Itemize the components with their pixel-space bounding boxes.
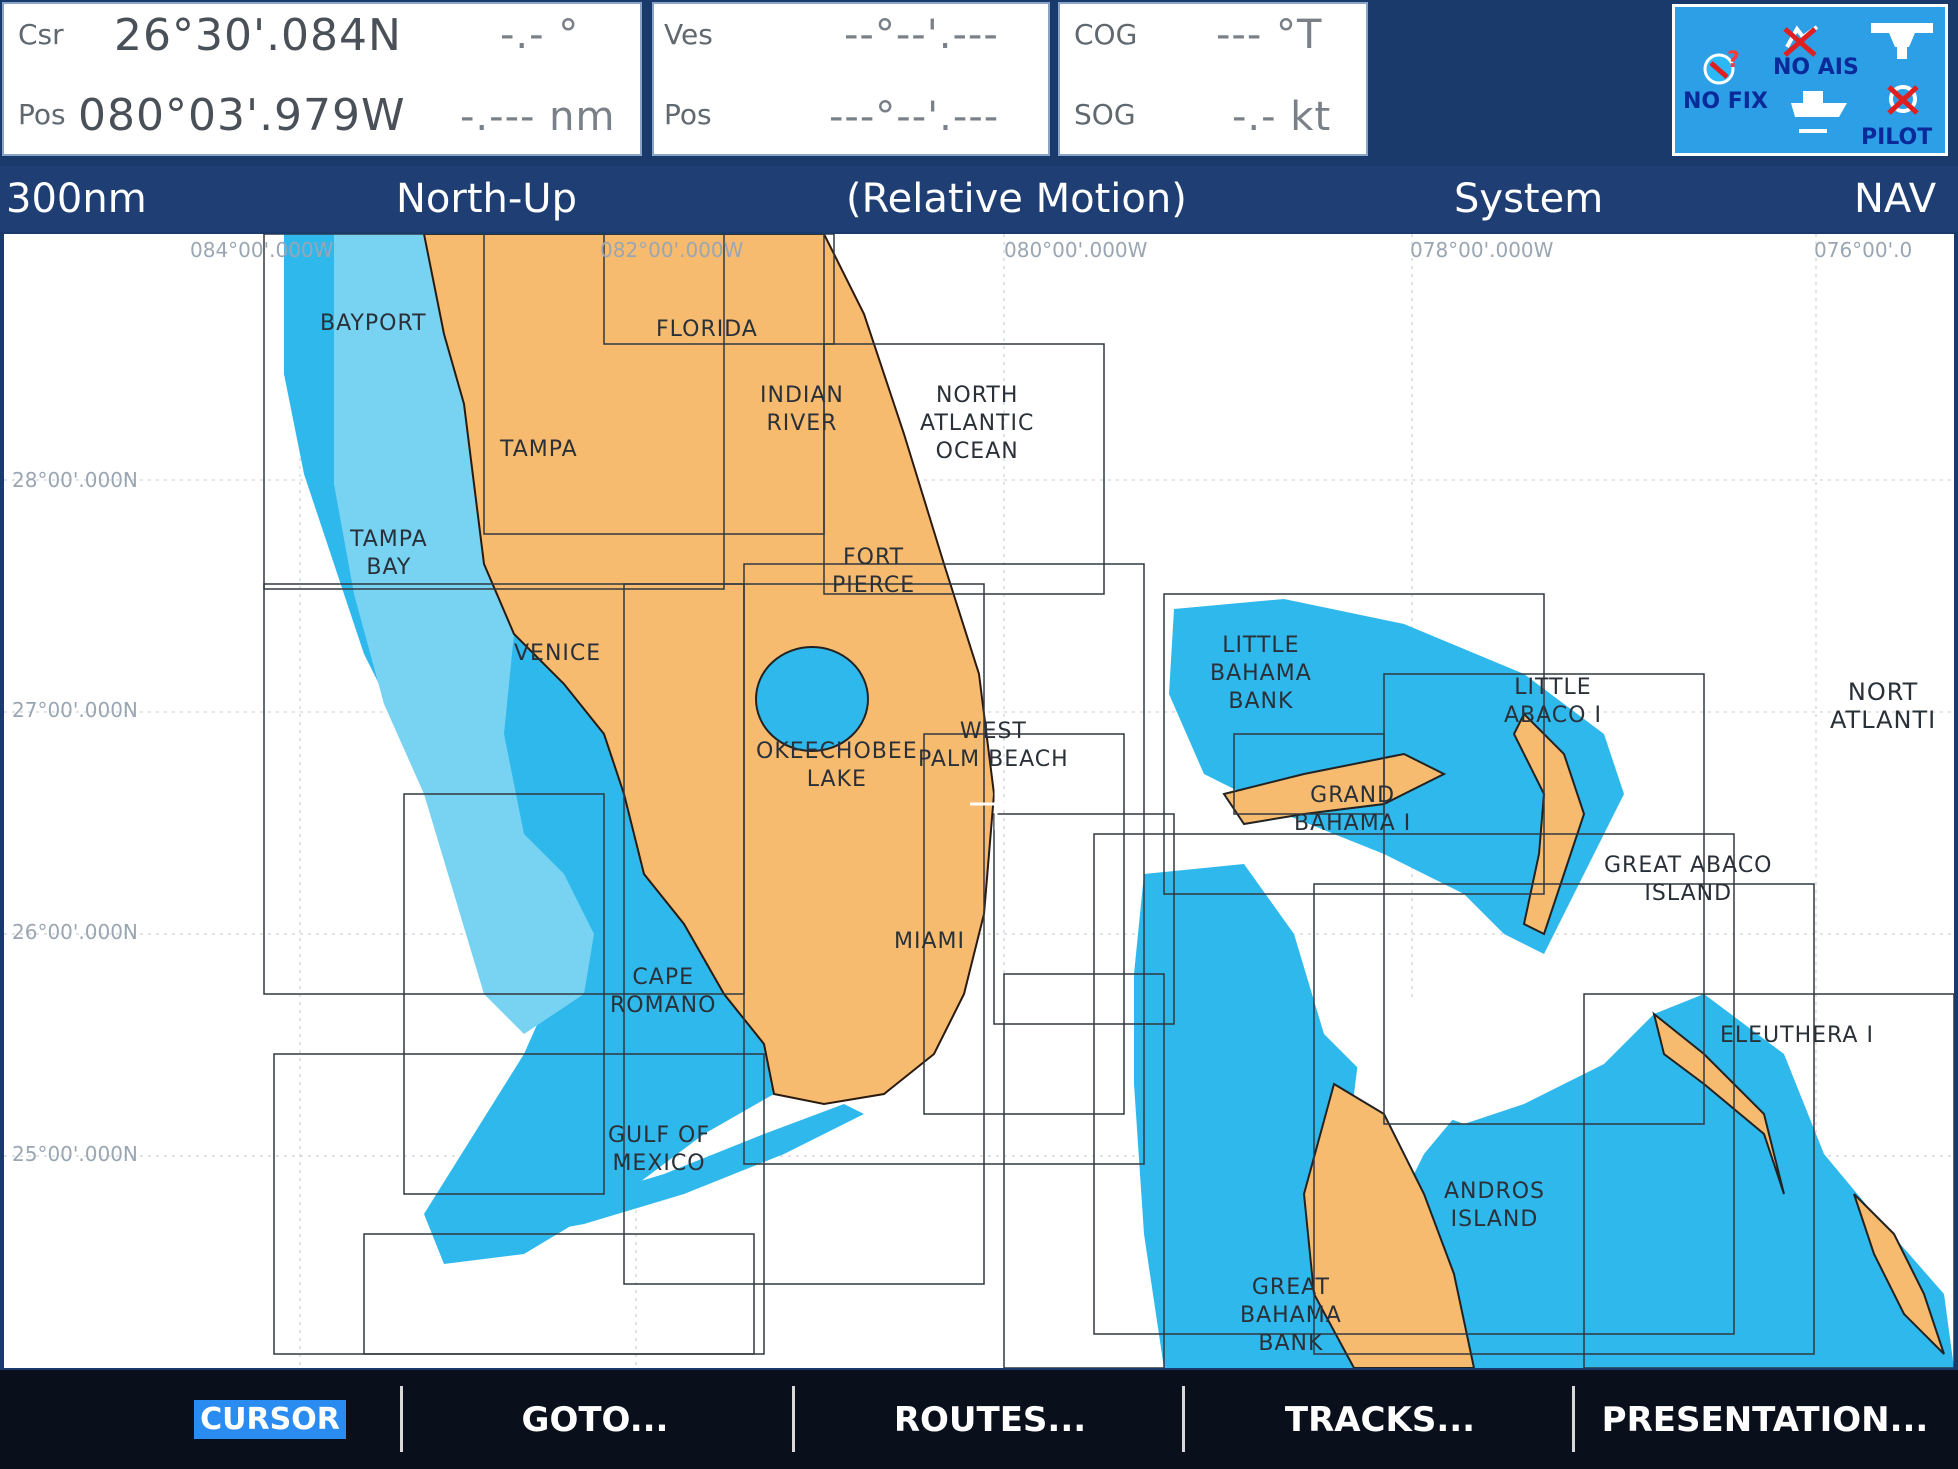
cog-value: --- °T xyxy=(1216,12,1323,58)
page-mode[interactable]: NAV xyxy=(1854,176,1936,222)
place-okeechobee: OKEECHOBEE LAKE xyxy=(756,739,918,792)
softkey-separator xyxy=(400,1386,403,1452)
ves-label: Ves xyxy=(664,18,713,51)
status-icons-panel[interactable]: ? NO AIS NO FIX PILOT xyxy=(1672,4,1948,156)
place-andros: ANDROS ISLAND xyxy=(1444,1179,1546,1232)
place-great-bahama-bank: GREAT BAHAMA BANK xyxy=(1240,1275,1342,1356)
no-fix-label: NO FIX xyxy=(1683,89,1768,114)
lon-label-080: 080°00'.000W xyxy=(1004,238,1148,262)
course-speed-panel: COG --- °T SOG -.- kt xyxy=(1058,2,1368,156)
cursor-button-label: CURSOR xyxy=(194,1400,346,1439)
lat-label-28: 28°00'.000N xyxy=(12,468,138,492)
place-little-abaco: LITTLE ABACO I xyxy=(1504,675,1602,728)
softkey-separator xyxy=(792,1386,795,1452)
softkey-separator xyxy=(1572,1386,1575,1452)
lat-label-26: 26°00'.000N xyxy=(12,920,138,944)
softkey-separator xyxy=(1182,1386,1185,1452)
no-ais-label: NO AIS xyxy=(1773,55,1859,80)
place-gulf-mexico: GULF OF MEXICO xyxy=(608,1123,711,1176)
system-mode[interactable]: System xyxy=(1454,176,1603,222)
orientation-mode[interactable]: North-Up xyxy=(396,176,577,222)
pos-label: Pos xyxy=(18,98,66,131)
autopilot-icon xyxy=(1887,85,1919,115)
vessel-position-panel: Ves --°--'.--- Pos ---°--'.--- xyxy=(652,2,1050,156)
lat-label-27: 27°00'.000N xyxy=(12,698,138,722)
cursor-range: -.--- nm xyxy=(460,94,616,140)
lon-label-082: 082°00'.000W xyxy=(600,238,744,262)
lon-label-078: 078°00'.000W xyxy=(1410,238,1554,262)
boat-icon xyxy=(1791,91,1847,133)
place-florida: FLORIDA xyxy=(656,317,758,342)
cog-label: COG xyxy=(1074,18,1138,51)
place-north-atlantic: NORTH ATLANTIC OCEAN xyxy=(920,383,1035,464)
vessel-pos-label: Pos xyxy=(664,98,712,131)
place-north-atlantic-2: NORT ATLANTI xyxy=(1830,678,1937,734)
place-miami: MIAMI xyxy=(894,929,965,954)
antenna-icon xyxy=(1871,23,1933,59)
nautical-chart[interactable]: 084°00'.000W 082°00'.000W 080°00'.000W 0… xyxy=(4,234,1954,1368)
cursor-position-panel: Csr 26°30'.084N -.- ° Pos 080°03'.979W -… xyxy=(2,2,642,156)
vessel-longitude: ---°--'.--- xyxy=(829,94,1000,140)
cursor-longitude: 080°03'.979W xyxy=(78,90,406,141)
cursor-latitude: 26°30'.084N xyxy=(114,10,402,61)
place-eleuthera: ELEUTHERA I xyxy=(1720,1023,1874,1048)
csr-label: Csr xyxy=(18,18,64,51)
place-west-palm: WEST PALM BEACH xyxy=(918,719,1069,772)
place-tampa: TAMPA xyxy=(500,437,578,462)
ais-icon xyxy=(1783,25,1819,57)
sog-value: -.- kt xyxy=(1232,94,1332,140)
place-great-abaco: GREAT ABACO ISLAND xyxy=(1604,853,1773,906)
place-cape-romano: CAPE ROMANO xyxy=(610,965,717,1018)
place-venice: VENICE xyxy=(514,641,602,666)
lon-label-076: 076°00'.0 xyxy=(1814,238,1913,262)
place-tampa-bay: TAMPA BAY xyxy=(350,527,428,580)
vessel-latitude: --°--'.--- xyxy=(844,12,999,58)
softkey-tracks[interactable]: TRACKS... xyxy=(1190,1370,1570,1469)
cursor-bearing: -.- ° xyxy=(500,12,580,58)
chart-status-bar: 300nm North-Up (Relative Motion) System … xyxy=(0,166,1958,232)
place-little-bahama: LITTLE BAHAMA BANK xyxy=(1210,633,1312,714)
sog-label: SOG xyxy=(1074,98,1136,131)
pilot-label: PILOT xyxy=(1861,125,1933,150)
place-grand-bahama: GRAND BAHAMA I xyxy=(1294,783,1412,836)
softkey-routes[interactable]: ROUTES... xyxy=(800,1370,1180,1469)
svg-text:?: ? xyxy=(1727,48,1740,73)
gps-icon: ? xyxy=(1703,48,1740,85)
lon-label-084: 084°00'.000W xyxy=(190,238,334,262)
softkey-presentation[interactable]: PRESENTATION... xyxy=(1580,1370,1950,1469)
range-scale[interactable]: 300nm xyxy=(6,176,147,222)
lake-okeechobee xyxy=(755,646,869,752)
softkey-bar: CURSOR GOTO... ROUTES... TRACKS... PRESE… xyxy=(0,1370,1958,1469)
softkey-goto[interactable]: GOTO... xyxy=(410,1370,780,1469)
softkey-cursor[interactable]: CURSOR xyxy=(150,1370,390,1469)
place-fort-pierce: FORT PIERCE xyxy=(832,545,916,598)
motion-mode[interactable]: (Relative Motion) xyxy=(846,176,1187,222)
place-bayport: BAYPORT xyxy=(320,311,427,336)
place-indian-river: INDIAN RIVER xyxy=(760,383,844,436)
lat-label-25: 25°00'.000N xyxy=(12,1142,138,1166)
